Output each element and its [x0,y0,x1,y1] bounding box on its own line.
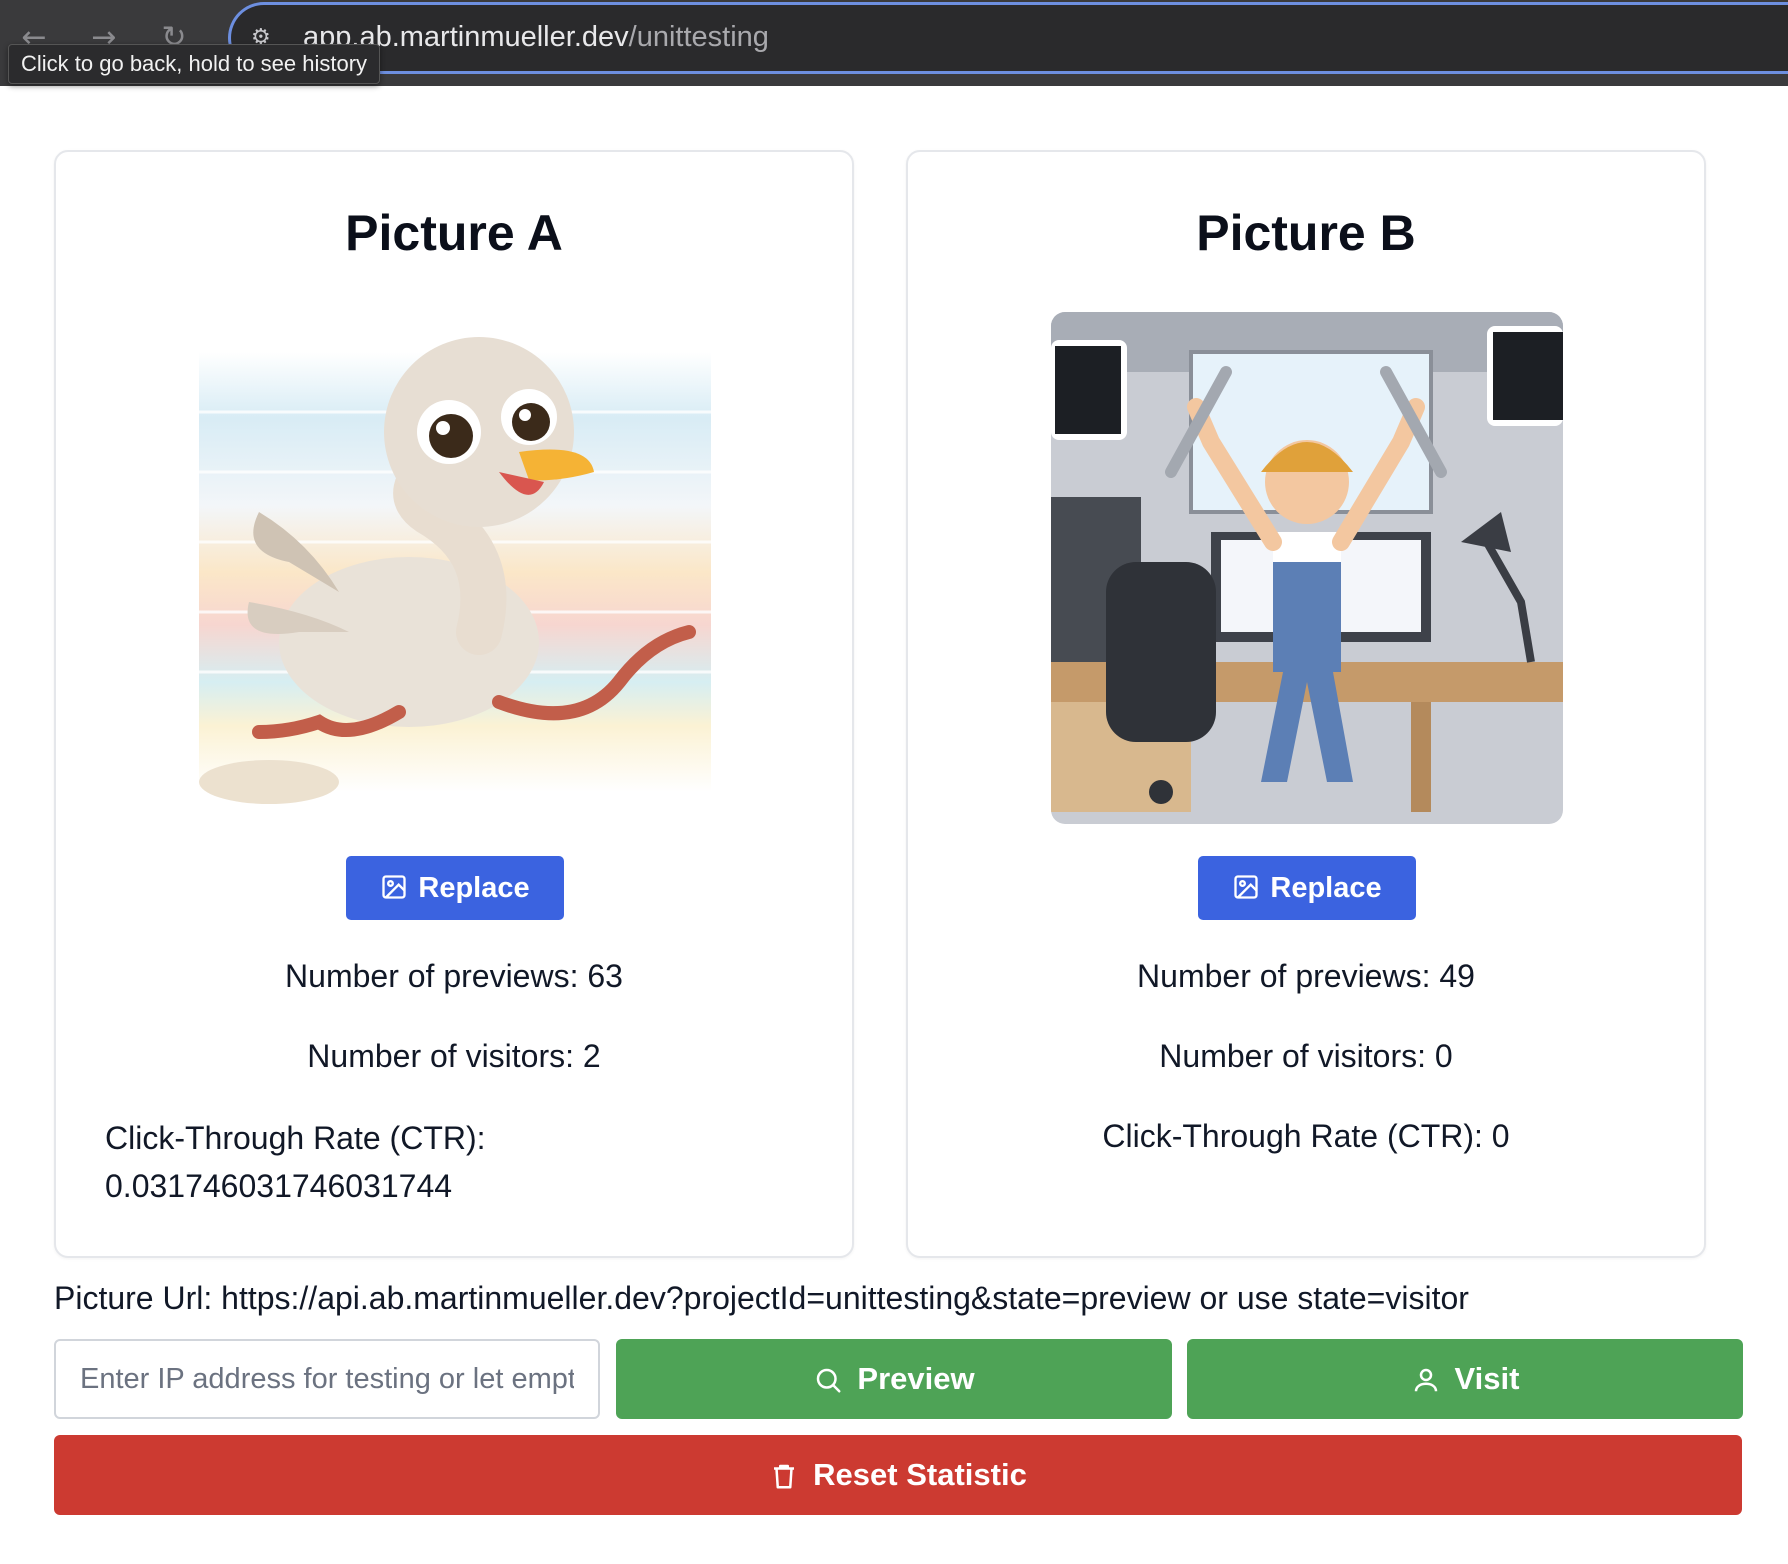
previews-count: Number of previews: 63 [285,958,623,994]
card-title: Picture A [345,205,563,261]
developer-illustration-image [1051,312,1563,824]
replace-picture-b-button[interactable]: Replace [1198,856,1416,920]
replace-label: Replace [418,872,530,904]
user-icon [1414,1368,1437,1392]
image-icon [1234,875,1259,899]
reset-label: Reset Statistic [813,1457,1027,1492]
browser-toolbar: ← → ↻ ⚙ app.ab.martinmueller.dev/unittes… [0,0,1788,86]
trash-icon [774,1464,795,1489]
search-icon [817,1368,841,1393]
picture-b-card: Picture B Replace Number of previews: 49… [906,150,1706,1258]
preview-label: Preview [857,1361,975,1396]
back-button-tooltip: Click to go back, hold to see history [8,44,381,84]
ctr-value: Click-Through Rate (CTR): 0 [1102,1118,1510,1154]
picture-url-text: Picture Url: https://api.ab.martinmuelle… [54,1280,1469,1316]
replace-picture-a-button[interactable]: Replace [346,856,564,920]
reset-statistic-button[interactable]: Reset Statistic [54,1435,1742,1515]
previews-count: Number of previews: 49 [1137,958,1475,994]
ctr-value: Click-Through Rate (CTR): 0.031746031746… [105,1120,486,1204]
visit-button[interactable]: Visit [1187,1339,1743,1419]
visitors-count: Number of visitors: 2 [307,1038,601,1074]
visit-label: Visit [1454,1361,1520,1396]
ip-address-input[interactable] [54,1339,600,1419]
address-bar[interactable]: ⚙ app.ab.martinmueller.dev/unittesting [228,2,1788,74]
preview-button[interactable]: Preview [616,1339,1172,1419]
ostrich-illustration-image [199,312,711,824]
picture-a-card: Picture A Replace Number of previews: 63… [54,150,854,1258]
visitors-count: Number of visitors: 0 [1159,1038,1453,1074]
image-icon [382,875,407,899]
card-title: Picture B [1196,205,1416,261]
replace-label: Replace [1270,872,1382,904]
